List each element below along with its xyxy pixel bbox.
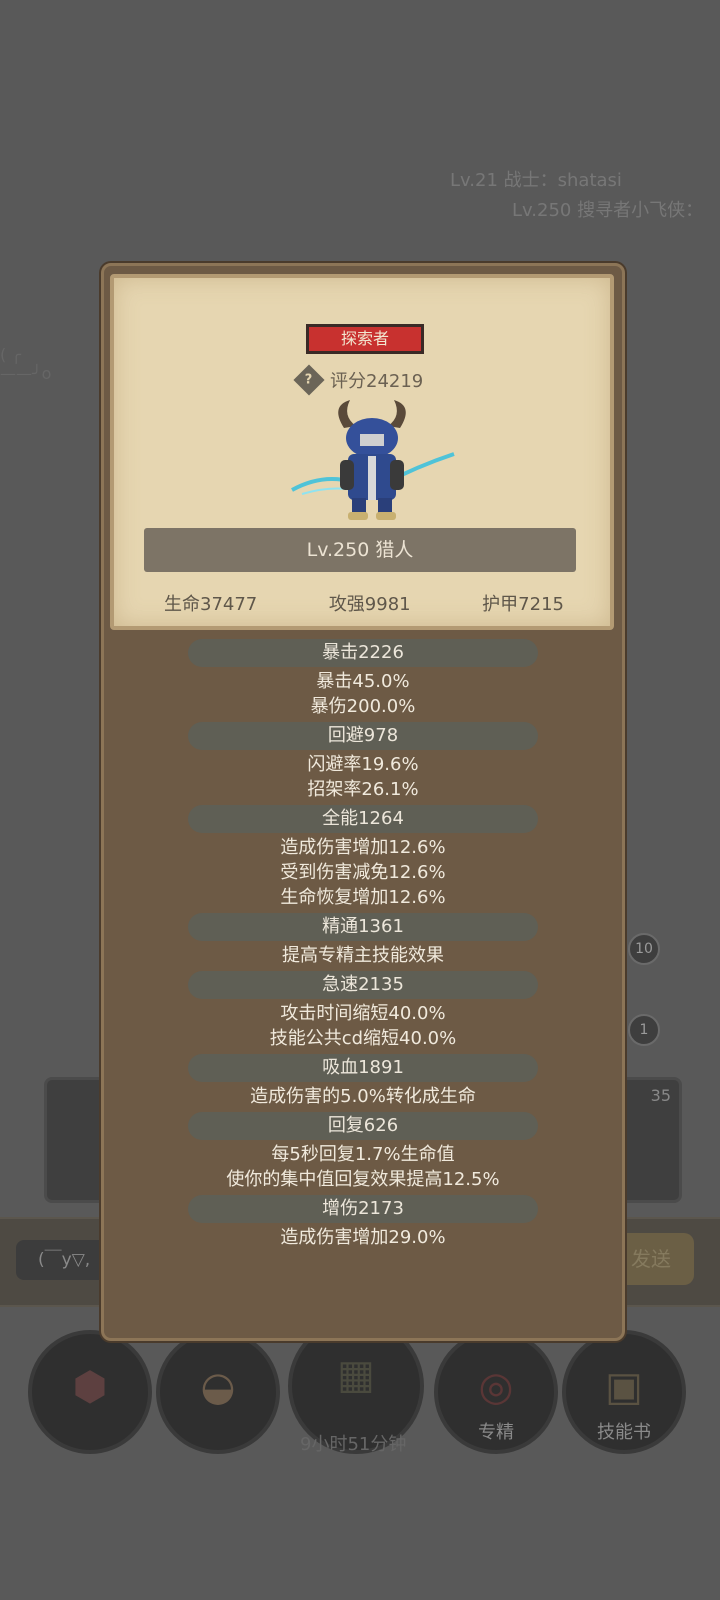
bread-icon: ◒ <box>200 1364 236 1410</box>
stat-category-title: 精通1361 <box>188 913 538 941</box>
stat-detail: 造成伤害增加12.6% <box>280 837 446 858</box>
stat-detail: 受到伤害减免12.6% <box>280 862 446 883</box>
count-badge: 1 <box>628 1014 660 1046</box>
stat-detail: 闪避率19.6% <box>307 754 419 775</box>
stat-detail: 暴击45.0% <box>316 671 410 692</box>
skill-book-label: 技能书 <box>597 1422 651 1443</box>
skill-book-button[interactable]: ▣ 技能书 <box>562 1330 686 1454</box>
specialization-label: 专精 <box>478 1422 514 1443</box>
item-count: 35 <box>650 1086 671 1105</box>
stat-detail: 攻击时间缩短40.0% <box>280 1003 446 1024</box>
stats-list: 暴击2226 暴击45.0% 暴伤200.0% 回避978 闪避率19.6% 招… <box>104 636 622 1250</box>
chat-line: Lv.21 战士：shatasi <box>450 170 622 191</box>
potion-icon: ⬢ <box>72 1364 108 1410</box>
target-icon: ◎ <box>478 1364 514 1410</box>
stat-category-title: 回复626 <box>188 1112 538 1140</box>
character-stats-panel: 探索者 ? 评分24219 Lv.250 猎人 生命37477 攻强9981 护… <box>101 263 625 1341</box>
help-icon[interactable]: ? <box>293 364 325 396</box>
timer-text: 9小时51分钟 <box>300 1434 407 1455</box>
chat-line: Lv.250 搜寻者小飞侠： <box>512 200 704 221</box>
stat-category-title: 暴击2226 <box>188 639 538 667</box>
stat-category-title: 回避978 <box>188 722 538 750</box>
attack-stat: 攻强9981 <box>328 594 411 615</box>
class-tag: 探索者 <box>306 324 424 354</box>
stat-detail: 技能公共cd缩短40.0% <box>269 1028 457 1049</box>
score-text: 评分24219 <box>330 371 424 392</box>
potion-button[interactable]: ⬢ <box>28 1330 152 1454</box>
chest-icon: ▦ <box>337 1352 375 1398</box>
stat-category-title: 急速2135 <box>188 971 538 999</box>
bread-button[interactable]: ◒ <box>156 1330 280 1454</box>
score-row: ? 评分24219 <box>293 364 424 396</box>
stat-detail: 生命恢复增加12.6% <box>280 887 446 908</box>
doodle-text: ( ╭ ——╯o <box>0 345 52 383</box>
character-name-bar: Lv.250 猎人 <box>144 528 576 572</box>
stat-category-title: 吸血1891 <box>188 1054 538 1082</box>
stat-detail: 暴伤200.0% <box>310 696 416 717</box>
stat-detail: 造成伤害增加29.0% <box>280 1227 446 1248</box>
core-stats-row: 生命37477 攻强9981 护甲7215 <box>134 590 594 616</box>
count-badge: 10 <box>628 933 660 965</box>
book-icon: ▣ <box>605 1364 643 1410</box>
character-avatar <box>291 400 455 520</box>
stat-detail: 招架率26.1% <box>307 779 419 800</box>
stat-detail: 每5秒回复1.7%生命值 <box>271 1144 455 1165</box>
stat-category-title: 全能1264 <box>188 805 538 833</box>
character-card: 探索者 ? 评分24219 Lv.250 猎人 生命37477 攻强9981 护… <box>110 274 614 630</box>
hp-stat: 生命37477 <box>164 594 258 615</box>
specialization-button[interactable]: ◎ 专精 <box>434 1330 558 1454</box>
armor-stat: 护甲7215 <box>482 594 564 615</box>
stat-detail: 造成伤害的5.0%转化成生命 <box>250 1086 476 1107</box>
stat-category-title: 增伤2173 <box>188 1195 538 1223</box>
stat-detail: 使你的集中值回复效果提高12.5% <box>226 1169 500 1190</box>
stat-detail: 提高专精主技能效果 <box>282 945 444 966</box>
